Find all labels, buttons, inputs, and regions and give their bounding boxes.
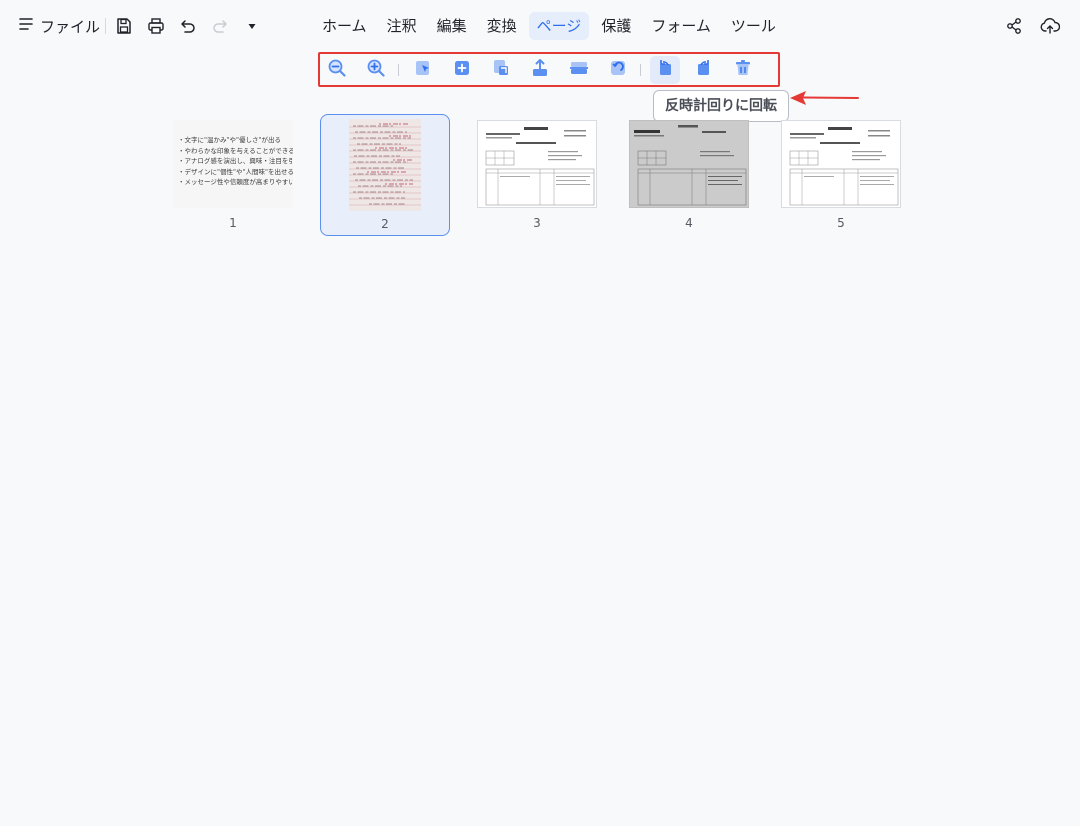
handwritten-line: ・やわらかな印象を与えることができる <box>178 146 293 155</box>
replace-page-icon <box>608 58 628 82</box>
file-menu-label: ファイル <box>40 17 101 36</box>
handwritten-line: ・メッセージ性や信頼度が高まりやすい <box>178 178 293 187</box>
print-icon[interactable] <box>144 14 168 38</box>
page-thumbnail[interactable]: 4 <box>624 114 754 236</box>
topbar-right-actions <box>1002 14 1062 38</box>
zoom-in-icon <box>366 58 386 82</box>
rotate-clockwise-button[interactable] <box>689 56 719 84</box>
tab-edit[interactable]: 編集 <box>429 12 475 40</box>
insert-page-button[interactable] <box>447 56 477 84</box>
page-number: 3 <box>533 216 541 230</box>
cloud-upload-icon[interactable] <box>1038 14 1062 38</box>
page-preview <box>781 120 901 208</box>
page-toolbar <box>318 52 780 87</box>
top-bar: ファイル ホーム 注釈 編集 変換 ページ 保護 フォーム ツール <box>0 0 1080 52</box>
annotation-arrow-icon <box>788 88 860 114</box>
scanned-document-image <box>630 121 748 207</box>
page-preview <box>629 120 749 208</box>
tab-page[interactable]: ページ <box>528 12 590 40</box>
page-thumbnails: ・文字に"温かみ"や"優しさ"が出る ・やわらかな印象を与えることができる ・ア… <box>0 114 1080 244</box>
select-page-button[interactable] <box>408 56 438 84</box>
crop-page-icon <box>491 58 511 82</box>
handwritten-line: ・アナログ感を演出し、興味・注目を引く <box>178 157 293 166</box>
add-page-icon <box>452 58 472 82</box>
page-preview: ・文字に"温かみ"や"優しさ"が出る ・やわらかな印象を与えることができる ・ア… <box>173 120 293 208</box>
redo-icon[interactable] <box>208 14 232 38</box>
form-document-image <box>789 127 899 206</box>
rotate-right-icon <box>694 58 714 82</box>
quick-access-dropdown-icon[interactable] <box>240 14 264 38</box>
tab-form[interactable]: フォーム <box>643 12 719 40</box>
page-thumbnail[interactable]: 5 <box>776 114 906 236</box>
tab-home[interactable]: ホーム <box>314 12 375 40</box>
tab-convert[interactable]: 変換 <box>479 12 525 40</box>
handwritten-notes-image <box>349 123 421 206</box>
zoom-in-button[interactable] <box>361 56 391 84</box>
delete-page-button[interactable] <box>728 56 758 84</box>
divider <box>105 18 106 34</box>
rotate-counterclockwise-button[interactable] <box>650 55 680 84</box>
toolbar-divider <box>398 63 399 76</box>
tab-tools[interactable]: ツール <box>723 12 784 40</box>
crop-page-button[interactable] <box>486 56 516 84</box>
page-preview <box>477 120 597 208</box>
toolbar-divider <box>640 63 641 76</box>
zoom-out-button[interactable] <box>322 56 352 84</box>
form-document-image <box>485 127 595 206</box>
page-number: 1 <box>229 216 237 230</box>
page-thumbnail-selected[interactable]: 2 <box>320 114 450 236</box>
save-icon[interactable] <box>112 14 136 38</box>
page-preview <box>349 119 421 211</box>
page-thumbnail[interactable]: ・文字に"温かみ"や"優しさ"が出る ・やわらかな印象を与えることができる ・ア… <box>168 114 298 236</box>
file-menu-button[interactable]: ファイル <box>18 14 100 38</box>
page-number: 4 <box>685 216 693 230</box>
page-number: 5 <box>837 216 845 230</box>
rotate-left-icon <box>655 58 675 82</box>
page-cursor-icon <box>413 58 433 82</box>
export-page-icon <box>530 58 550 82</box>
share-icon[interactable] <box>1002 14 1026 38</box>
tab-annotate[interactable]: 注釈 <box>379 12 425 40</box>
extract-page-button[interactable] <box>525 56 555 84</box>
hamburger-icon <box>18 16 34 36</box>
split-page-icon <box>569 58 589 82</box>
handwritten-line: ・デザインに"個性"や"人間味"を出せる <box>178 167 293 176</box>
undo-icon[interactable] <box>176 14 200 38</box>
page-thumbnail[interactable]: 3 <box>472 114 602 236</box>
split-page-button[interactable] <box>564 56 594 84</box>
handwritten-line: ・文字に"温かみ"や"優しさ"が出る <box>178 136 281 144</box>
trash-icon <box>733 58 753 82</box>
page-number: 2 <box>381 217 389 231</box>
tab-protect[interactable]: 保護 <box>593 12 639 40</box>
main-menu: ホーム 注釈 編集 変換 ページ 保護 フォーム ツール <box>314 12 784 40</box>
zoom-out-icon <box>327 58 347 82</box>
replace-page-button[interactable] <box>603 56 633 84</box>
